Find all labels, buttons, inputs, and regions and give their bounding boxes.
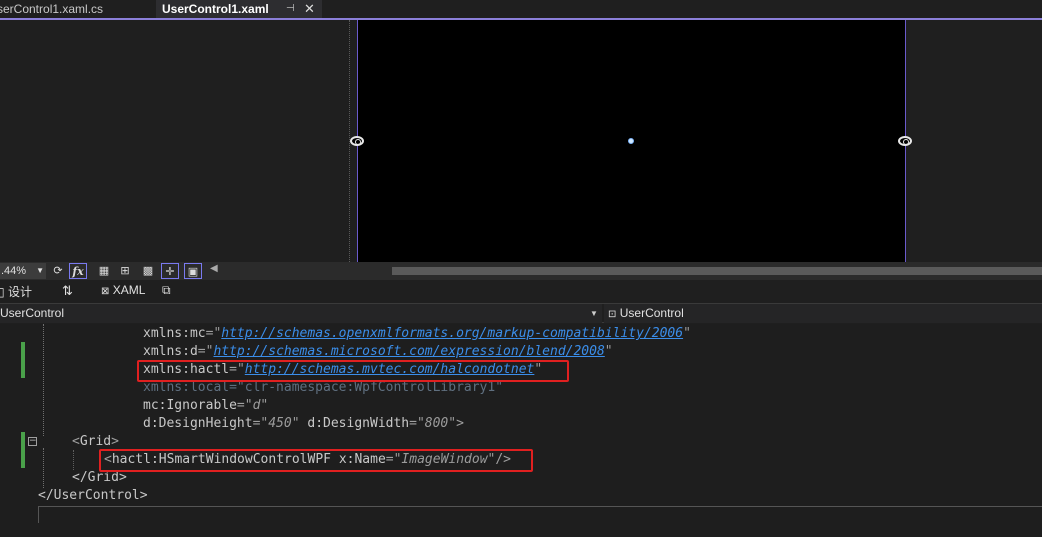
- indent-guide: [73, 450, 74, 470]
- design-icon: ▯: [0, 285, 5, 299]
- tab-usercontrol1-xaml[interactable]: UserControl1.xaml ⊣ ✕: [156, 0, 322, 18]
- xaml-code-editor[interactable]: − xmlns:mc="http://schemas.openxmlformat…: [0, 324, 1042, 537]
- fold-guide: [43, 324, 44, 436]
- horizontal-scrollbar[interactable]: [392, 267, 1042, 275]
- fx-icon[interactable]: fx: [69, 263, 87, 279]
- view-switcher-bar: ▯ 设计 ⇅ ⊠ XAML ⧉: [0, 280, 1042, 302]
- editor-caret-line: [38, 506, 1042, 523]
- resize-handle-left-icon[interactable]: [350, 136, 364, 146]
- center-marker-icon: [628, 138, 634, 144]
- designer-toolbar: .44% ▼ ⟳ fx ▦ ⊞ ▩ ✛ ▣ ◀: [0, 262, 1042, 280]
- code-token: "450": [260, 416, 300, 431]
- popout-icon[interactable]: ⧉: [162, 283, 171, 298]
- highlight-box: [99, 449, 533, 472]
- code-token: >: [456, 416, 464, 431]
- code-line-2: xmlns:d="http://schemas.microsoft.com/ex…: [143, 344, 613, 359]
- snap-grid-icon[interactable]: ⊞: [116, 263, 134, 279]
- tab-usercontrol1-xaml-cs[interactable]: serControl1.xaml.cs: [0, 0, 103, 18]
- close-icon[interactable]: ✕: [304, 0, 315, 18]
- code-token: <: [72, 434, 80, 449]
- code-token: "d": [244, 398, 269, 413]
- design-tab[interactable]: ▯ 设计: [0, 283, 32, 300]
- fold-guide: [43, 448, 44, 488]
- code-line-6: d:DesignHeight="450" d:DesignWidth="800"…: [143, 416, 464, 431]
- code-token: xmlns: [143, 344, 183, 359]
- device-icon[interactable]: ▣: [184, 263, 202, 279]
- member-combo[interactable]: ⊡ UserControl: [604, 304, 1042, 323]
- navigation-bar: UserControl ▼ ⊡ UserControl: [0, 303, 1042, 323]
- code-token: xmlns: [143, 326, 183, 341]
- highlight-box: [137, 360, 569, 382]
- code-line-10: </UserControl>: [38, 488, 148, 503]
- code-token: mc: [189, 326, 206, 341]
- zoom-combo[interactable]: .44% ▼: [0, 263, 46, 279]
- element-combo-value: UserControl: [0, 306, 65, 320]
- code-token: >: [111, 434, 119, 449]
- document-tab-strip: serControl1.xaml.cs UserControl1.xaml ⊣ …: [0, 0, 1042, 20]
- member-combo-value: UserControl: [619, 306, 684, 320]
- xaml-tab[interactable]: ⊠ XAML: [101, 283, 145, 297]
- grid-icon[interactable]: ▦: [95, 263, 113, 279]
- code-token: d: [189, 344, 198, 359]
- scroll-left-icon[interactable]: ◀: [210, 263, 218, 274]
- chevron-down-icon: ▼: [590, 309, 598, 318]
- code-line-5: mc:Ignorable="d": [143, 398, 269, 413]
- code-url[interactable]: http://schemas.openxmlformats.org/markup…: [221, 326, 683, 341]
- control-icon: ⊡: [608, 309, 617, 320]
- design-label: 设计: [7, 285, 32, 299]
- code-token: d:DesignHeight: [143, 416, 253, 431]
- tab-label: UserControl1.xaml: [162, 2, 269, 16]
- code-token: d:DesignWidth: [307, 416, 410, 431]
- snap-lines-icon[interactable]: ✛: [161, 263, 179, 279]
- code-token: "800": [416, 416, 457, 431]
- code-token: mc:Ignorable: [143, 398, 237, 413]
- change-indicator: [21, 342, 25, 378]
- code-url[interactable]: http://schemas.microsoft.com/expression/…: [213, 344, 604, 359]
- zoom-value: .44%: [1, 265, 27, 277]
- change-indicator: [21, 432, 25, 468]
- xaml-label: XAML: [112, 283, 146, 297]
- collapse-icon[interactable]: −: [28, 437, 37, 446]
- refresh-icon[interactable]: ⟳: [49, 263, 67, 279]
- xaml-icon: ⊠: [101, 286, 110, 297]
- resize-handle-right-icon[interactable]: [898, 136, 912, 146]
- code-line-1: xmlns:mc="http://schemas.openxmlformats.…: [143, 326, 691, 341]
- swap-panes-icon[interactable]: ⇅: [62, 283, 73, 299]
- code-token: Grid: [79, 434, 112, 449]
- element-combo[interactable]: UserControl ▼: [0, 304, 602, 323]
- chevron-down-icon: ▼: [36, 266, 44, 275]
- checker-icon[interactable]: ▩: [139, 263, 157, 279]
- xaml-designer-surface: [0, 20, 1042, 262]
- pin-icon[interactable]: ⊣: [286, 0, 295, 18]
